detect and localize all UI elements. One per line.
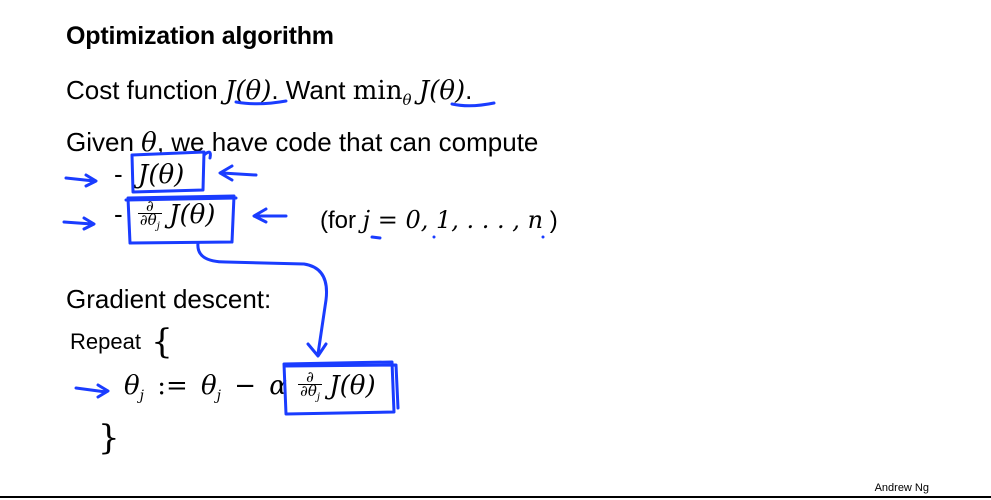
box-item-cost (130, 150, 206, 194)
arrow-to-cost (218, 164, 258, 182)
arrow-update (74, 383, 110, 399)
handwritten-annotations (62, 99, 545, 416)
box-item-derivative (126, 194, 236, 245)
box-update-derivative (282, 360, 396, 416)
author-credit: Andrew Ng (874, 482, 929, 494)
arrow-to-derivative (252, 207, 288, 224)
arrow-item-derivative (62, 216, 96, 231)
arrow-item-cost (64, 173, 98, 188)
underline-cost (234, 99, 288, 106)
connector-curve (196, 241, 329, 358)
underline-min (450, 101, 496, 108)
footer-rule (0, 496, 991, 498)
